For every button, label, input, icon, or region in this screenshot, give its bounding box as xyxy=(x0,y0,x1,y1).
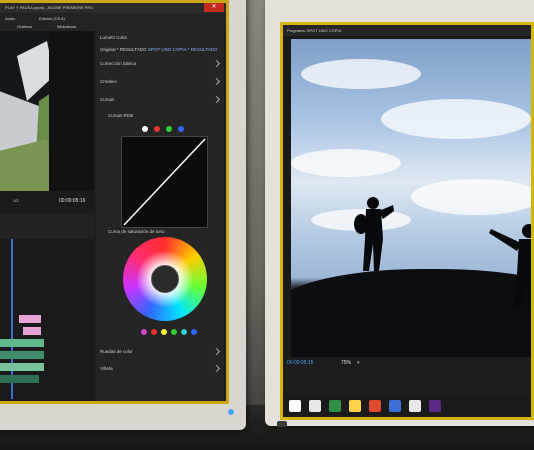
program-timecode: 00:00:05:16 xyxy=(287,360,314,366)
program-title: Programa: SPOT UNO COPIA xyxy=(287,28,342,33)
source-timecode: 00:00:05:16 xyxy=(59,198,86,204)
timeline-panel xyxy=(0,215,94,401)
source-controls: 1/2 00:00:05:16 xyxy=(0,191,94,213)
red-channel-icon[interactable] xyxy=(154,126,160,132)
app-icon[interactable] xyxy=(409,400,421,412)
tab-edicion[interactable]: Edición (CS.6) xyxy=(39,16,65,21)
timeline-clip[interactable] xyxy=(19,315,41,323)
source-preview-image xyxy=(0,31,94,191)
window-title: PLAY Y PAUSA.prproj - ADOBE PREMIERE PRO xyxy=(5,5,94,10)
section-vignette[interactable]: Viñeta xyxy=(100,366,113,371)
blue-channel-icon[interactable] xyxy=(178,126,184,132)
word-icon[interactable] xyxy=(389,400,401,412)
section-hue-saturation[interactable]: Curva de saturación de tono xyxy=(108,229,165,234)
sequence-selector[interactable]: SPOT UNO COPIA * RESULTADO xyxy=(148,47,218,52)
folder-icon[interactable] xyxy=(349,400,361,412)
curve-line xyxy=(123,138,206,226)
expand-arrow-icon[interactable] xyxy=(212,95,221,104)
wheel-center xyxy=(151,265,179,293)
section-creative[interactable]: Creativo xyxy=(100,79,117,84)
program-preview-image xyxy=(291,39,531,357)
rgb-curve-graph[interactable] xyxy=(121,136,208,228)
play-icon[interactable] xyxy=(309,400,321,412)
workspace-tabs: Audio Edición (CS.6) Gráficos Biblioteca… xyxy=(0,13,226,31)
green-channel-icon[interactable] xyxy=(166,126,172,132)
section-rgb-curves[interactable]: Curvas RGB xyxy=(108,113,133,118)
media-icon[interactable] xyxy=(369,400,381,412)
timeline-clip[interactable] xyxy=(0,363,44,371)
source-monitor xyxy=(0,31,94,191)
timeline-clip[interactable] xyxy=(0,375,39,383)
chevron-down-icon[interactable]: ▾ xyxy=(357,360,360,366)
expand-arrow-icon[interactable] xyxy=(212,77,221,86)
section-basic-correction[interactable]: Corrección básica xyxy=(100,61,136,66)
expand-arrow-icon[interactable] xyxy=(212,347,221,356)
tab-bibliotecas[interactable]: Bibliotecas xyxy=(57,24,76,29)
tab-graficos[interactable]: Gráficos xyxy=(17,24,32,29)
premiere-icon[interactable] xyxy=(429,400,441,412)
expand-arrow-icon[interactable] xyxy=(212,364,221,373)
window-titlebar: PLAY Y PAUSA.prproj - ADOBE PREMIERE PRO… xyxy=(0,3,226,13)
windows-start-icon[interactable] xyxy=(289,400,301,412)
blue-swatch-icon[interactable] xyxy=(191,329,197,335)
left-monitor-screen: PLAY Y PAUSA.prproj - ADOBE PREMIERE PRO… xyxy=(0,0,229,404)
section-color-wheels[interactable]: Ruedas de color xyxy=(100,349,133,354)
red-swatch-icon[interactable] xyxy=(151,329,157,335)
power-led xyxy=(228,409,234,415)
green-swatch-icon[interactable] xyxy=(171,329,177,335)
tab-audio[interactable]: Audio xyxy=(5,16,15,21)
timeline-clip[interactable] xyxy=(23,327,41,335)
store-icon[interactable] xyxy=(329,400,341,412)
program-monitor-header: Programa: SPOT UNO COPIA xyxy=(283,25,531,36)
yellow-swatch-icon[interactable] xyxy=(161,329,167,335)
timeline-ruler xyxy=(0,215,94,239)
magenta-swatch-icon[interactable] xyxy=(141,329,147,335)
people-silhouettes xyxy=(354,197,531,309)
lumetri-title: Lumetri Color xyxy=(100,35,128,40)
windows-taskbar xyxy=(283,395,531,417)
expand-arrow-icon[interactable] xyxy=(212,59,221,68)
source-fit-label: 1/2 xyxy=(13,198,19,203)
timeline-clip[interactable] xyxy=(0,339,44,347)
lumetri-color-panel: Lumetri Color Original * RESULTADO SPOT … xyxy=(96,31,224,401)
monitor-button xyxy=(277,421,287,427)
section-curves[interactable]: Curvas xyxy=(100,97,114,102)
zoom-select[interactable]: 75% xyxy=(341,360,351,366)
cyan-swatch-icon[interactable] xyxy=(181,329,187,335)
right-monitor-screen: Programa: SPOT UNO COPIA 00:00:05:16 75%… xyxy=(280,22,534,420)
hue-saturation-wheel[interactable] xyxy=(123,237,207,321)
white-channel-icon[interactable] xyxy=(142,126,148,132)
timeline-clip[interactable] xyxy=(0,351,44,359)
clip-selector[interactable]: Original * RESULTADO xyxy=(100,47,147,52)
close-button[interactable]: ✕ xyxy=(204,3,224,12)
